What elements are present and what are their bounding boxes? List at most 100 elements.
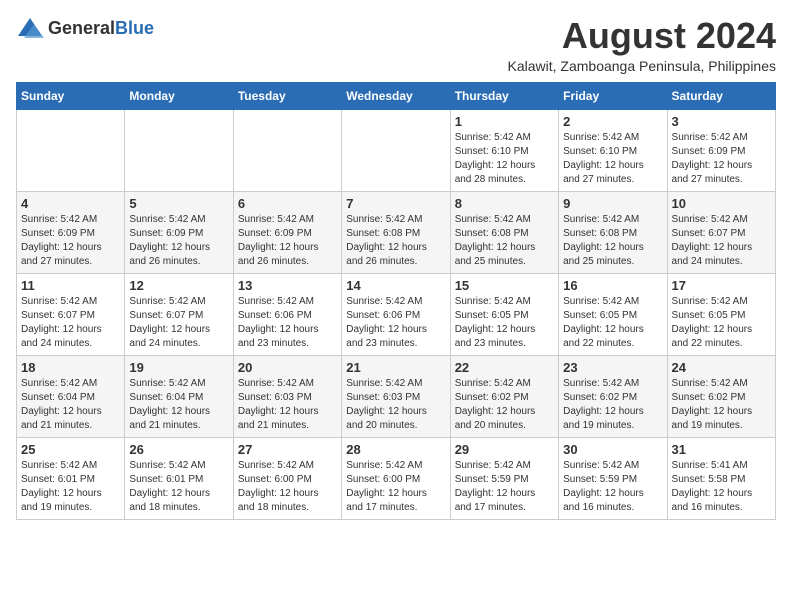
day-info: Sunrise: 5:42 AM Sunset: 5:59 PM Dayligh… [455,459,554,515]
calendar-cell: 21Sunrise: 5:42 AM Sunset: 6:03 PM Dayli… [342,355,450,437]
calendar-cell [233,109,341,191]
day-number: 26 [129,442,228,457]
calendar-cell: 20 Sunrise: 5:42 AM Sunset: 6:03 PM Dayli… [233,355,341,437]
logo: General Blue [16,16,154,40]
day-number: 21 [346,360,445,375]
day-info: Sunrise: 5:42 AM Sunset: 6:07 PM Dayligh… [129,295,228,351]
subtitle: Kalawit, Zamboanga Peninsula, Philippine… [508,58,777,74]
day-info: Sunrise: 5:42 AM Sunset: 6:08 PM Dayligh… [455,213,554,269]
day-number: 19 [129,360,228,375]
day-info: Sunrise: 5:42 AM Sunset: 6:06 PM Dayligh… [238,295,337,351]
day-info: Sunrise: 5:42 AM Sunset: 6:04 PM Dayligh… [21,377,120,433]
day-info: Sunrise: 5:42 AM Sunset: 6:02 PM Dayligh… [563,377,662,433]
day-number: 28 [346,442,445,457]
day-number: 4 [21,196,120,211]
day-number: 25 [21,442,120,457]
calendar-cell: 2 Sunrise: 5:42 AM Sunset: 6:10 PM Daylig… [559,109,667,191]
day-info: Sunrise: 5:42 AM Sunset: 6:10 PM Dayligh… [455,131,554,187]
calendar-cell: 3 Sunrise: 5:42 AM Sunset: 6:09 PM Daylig… [667,109,775,191]
day-info: Sunrise: 5:42 AM Sunset: 6:09 PM Dayligh… [672,131,771,187]
day-number: 6 [238,196,337,211]
day-info: Sunrise: 5:42 AM Sunset: 6:02 PM Dayligh… [455,377,554,433]
day-info: Sunrise: 5:42 AM Sunset: 6:10 PM Dayligh… [563,131,662,187]
calendar-cell [342,109,450,191]
logo-general: General [48,18,115,39]
calendar-cell: 11 Sunrise: 5:42 AM Sunset: 6:07 PM Dayli… [17,273,125,355]
day-number: 23 [563,360,662,375]
day-number: 30 [563,442,662,457]
day-info: Sunrise: 5:42 AM Sunset: 6:09 PM Dayligh… [238,213,337,269]
day-info: Sunrise: 5:42 AM Sunset: 6:09 PM Dayligh… [129,213,228,269]
calendar-cell: 14 Sunrise: 5:42 AM Sunset: 6:06 PM Dayli… [342,273,450,355]
day-number: 8 [455,196,554,211]
calendar-cell: 29 Sunrise: 5:42 AM Sunset: 5:59 PM Dayli… [450,437,558,519]
day-number: 3 [672,114,771,129]
day-number: 15 [455,278,554,293]
calendar-cell: 31 Sunrise: 5:41 AM Sunset: 5:58 PM Dayli… [667,437,775,519]
calendar-week-5: 25 Sunrise: 5:42 AM Sunset: 6:01 PM Dayli… [17,437,776,519]
day-info: Sunrise: 5:42 AM Sunset: 6:02 PM Dayligh… [672,377,771,433]
calendar-cell: 6 Sunrise: 5:42 AM Sunset: 6:09 PM Daylig… [233,191,341,273]
calendar-cell: 22 Sunrise: 5:42 AM Sunset: 6:02 PM Dayli… [450,355,558,437]
calendar-cell: 17 Sunrise: 5:42 AM Sunset: 6:05 PM Dayli… [667,273,775,355]
day-number: 20 [238,360,337,375]
day-info: Sunrise: 5:42 AM Sunset: 6:00 PM Dayligh… [346,459,445,515]
calendar-table: SundayMondayTuesdayWednesdayThursdayFrid… [16,82,776,520]
calendar-header-sunday: Sunday [17,82,125,109]
main-title: August 2024 [508,16,777,56]
day-number: 17 [672,278,771,293]
title-block: August 2024 Kalawit, Zamboanga Peninsula… [508,16,777,74]
calendar-header-tuesday: Tuesday [233,82,341,109]
calendar-week-3: 11 Sunrise: 5:42 AM Sunset: 6:07 PM Dayli… [17,273,776,355]
calendar-week-2: 4 Sunrise: 5:42 AM Sunset: 6:09 PM Daylig… [17,191,776,273]
day-number: 12 [129,278,228,293]
day-info: Sunrise: 5:42 AM Sunset: 6:05 PM Dayligh… [563,295,662,351]
calendar-header-thursday: Thursday [450,82,558,109]
day-info: Sunrise: 5:42 AM Sunset: 6:04 PM Dayligh… [129,377,228,433]
day-number: 1 [455,114,554,129]
day-info: Sunrise: 5:41 AM Sunset: 5:58 PM Dayligh… [672,459,771,515]
day-number: 27 [238,442,337,457]
day-number: 29 [455,442,554,457]
day-number: 22 [455,360,554,375]
day-number: 13 [238,278,337,293]
calendar-cell: 7Sunrise: 5:42 AM Sunset: 6:08 PM Daylig… [342,191,450,273]
day-number: 10 [672,196,771,211]
day-info: Sunrise: 5:42 AM Sunset: 6:07 PM Dayligh… [21,295,120,351]
day-info: Sunrise: 5:42 AM Sunset: 6:06 PM Dayligh… [346,295,445,351]
day-info: Sunrise: 5:42 AM Sunset: 6:01 PM Dayligh… [129,459,228,515]
day-number: 31 [672,442,771,457]
calendar-cell: 26 Sunrise: 5:42 AM Sunset: 6:01 PM Dayli… [125,437,233,519]
calendar-cell: 28 Sunrise: 5:42 AM Sunset: 6:00 PM Dayli… [342,437,450,519]
calendar-cell: 27 Sunrise: 5:42 AM Sunset: 6:00 PM Dayli… [233,437,341,519]
day-number: 2 [563,114,662,129]
day-number: 16 [563,278,662,293]
calendar-cell: 13 Sunrise: 5:42 AM Sunset: 6:06 PM Dayli… [233,273,341,355]
day-number: 14 [346,278,445,293]
calendar-header-monday: Monday [125,82,233,109]
calendar-header-wednesday: Wednesday [342,82,450,109]
day-info: Sunrise: 5:42 AM Sunset: 6:03 PM Dayligh… [238,377,337,433]
day-number: 11 [21,278,120,293]
day-number: 18 [21,360,120,375]
calendar-cell: 18 Sunrise: 5:42 AM Sunset: 6:04 PM Dayli… [17,355,125,437]
calendar-cell: 25 Sunrise: 5:42 AM Sunset: 6:01 PM Dayli… [17,437,125,519]
day-info: Sunrise: 5:42 AM Sunset: 6:00 PM Dayligh… [238,459,337,515]
calendar-cell: 10 Sunrise: 5:42 AM Sunset: 6:07 PM Dayli… [667,191,775,273]
day-info: Sunrise: 5:42 AM Sunset: 6:09 PM Dayligh… [21,213,120,269]
day-number: 9 [563,196,662,211]
day-info: Sunrise: 5:42 AM Sunset: 5:59 PM Dayligh… [563,459,662,515]
calendar-cell: 8 Sunrise: 5:42 AM Sunset: 6:08 PM Daylig… [450,191,558,273]
calendar-cell: 9 Sunrise: 5:42 AM Sunset: 6:08 PM Daylig… [559,191,667,273]
day-info: Sunrise: 5:42 AM Sunset: 6:05 PM Dayligh… [672,295,771,351]
calendar-cell: 12 Sunrise: 5:42 AM Sunset: 6:07 PM Dayli… [125,273,233,355]
calendar-cell: 19 Sunrise: 5:42 AM Sunset: 6:04 PM Dayli… [125,355,233,437]
logo-blue: Blue [115,18,154,39]
day-number: 5 [129,196,228,211]
calendar-cell: 4 Sunrise: 5:42 AM Sunset: 6:09 PM Daylig… [17,191,125,273]
day-info: Sunrise: 5:42 AM Sunset: 6:01 PM Dayligh… [21,459,120,515]
day-number: 7 [346,196,445,211]
day-info: Sunrise: 5:42 AM Sunset: 6:07 PM Dayligh… [672,213,771,269]
day-info: Sunrise: 5:42 AM Sunset: 6:08 PM Dayligh… [563,213,662,269]
calendar-cell: 24Sunrise: 5:42 AM Sunset: 6:02 PM Dayli… [667,355,775,437]
